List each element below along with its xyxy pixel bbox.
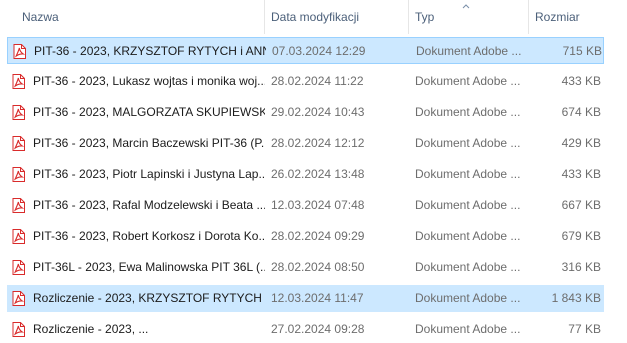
file-name: PIT-36 - 2023, Piotr Lapinski i Justyna … — [33, 167, 265, 181]
file-date: 12.03.2024 11:47 — [271, 291, 364, 305]
pdf-icon — [12, 260, 25, 275]
file-name: PIT-36 - 2023, Marcin Baczewski PIT-36 (… — [33, 136, 265, 150]
file-row[interactable]: PIT-36 - 2023, Marcin Baczewski PIT-36 (… — [7, 130, 604, 157]
file-name: PIT-36 - 2023, Robert Korkosz i Dorota K… — [33, 229, 265, 243]
file-type: Dokument Adobe ... — [415, 74, 521, 88]
file-size: 433 KB — [561, 74, 601, 88]
file-date: 28.02.2024 11:22 — [271, 74, 364, 88]
file-date: 28.02.2024 08:50 — [271, 260, 365, 274]
file-size: 429 KB — [561, 136, 601, 150]
file-date: 28.02.2024 12:12 — [271, 136, 365, 150]
file-date: 27.02.2024 09:28 — [271, 322, 365, 336]
column-header-bar: Nazwa Data modyfikacji Typ Rozmiar — [0, 0, 627, 34]
file-type: Dokument Adobe ... — [415, 167, 521, 181]
file-size: 715 KB — [562, 44, 602, 58]
file-name: PIT-36L - 2023, Ewa Malinowska PIT 36L (… — [33, 260, 265, 274]
pdf-icon — [12, 136, 25, 151]
file-size: 679 KB — [561, 229, 601, 243]
pdf-icon — [12, 74, 25, 89]
file-size: 667 KB — [561, 198, 601, 212]
file-row[interactable]: PIT-36L - 2023, Ewa Malinowska PIT 36L (… — [7, 254, 604, 281]
column-divider[interactable] — [528, 0, 529, 34]
file-type: Dokument Adobe ... — [415, 136, 521, 150]
file-row[interactable]: PIT-36 - 2023, MALGORZATA SKUPIEWSK... 29… — [7, 99, 604, 126]
file-size: 674 KB — [561, 105, 601, 119]
file-type: Dokument Adobe ... — [415, 229, 521, 243]
file-size: 316 KB — [561, 260, 601, 274]
file-type: Dokument Adobe ... — [415, 260, 521, 274]
file-row[interactable]: PIT-36 - 2023, Robert Korkosz i Dorota K… — [7, 223, 604, 250]
file-type: Dokument Adobe ... — [415, 291, 521, 305]
pdf-icon — [12, 198, 25, 213]
file-type: Dokument Adobe ... — [416, 44, 522, 58]
pdf-icon — [12, 105, 25, 120]
chevron-up-icon — [462, 4, 470, 9]
file-name: PIT-36 - 2023, Rafal Modzelewski i Beata… — [33, 198, 265, 212]
column-header-size[interactable]: Rozmiar — [535, 0, 580, 34]
column-header-date[interactable]: Data modyfikacji — [271, 0, 359, 34]
file-type: Dokument Adobe ... — [415, 322, 521, 336]
file-size: 433 KB — [561, 167, 601, 181]
file-row[interactable]: PIT-36 - 2023, KRZYSZTOF RYTYCH i ANN...… — [7, 37, 604, 64]
pdf-icon — [12, 291, 25, 306]
file-name: PIT-36 - 2023, Lukasz wojtas i monika wo… — [33, 74, 265, 88]
file-date: 28.02.2024 09:29 — [271, 229, 365, 243]
file-name: PIT-36 - 2023, KRZYSZTOF RYTYCH i ANN... — [34, 44, 266, 58]
column-divider[interactable] — [408, 0, 409, 34]
file-name: Rozliczenie - 2023, ... — [33, 322, 149, 336]
file-date: 07.03.2024 12:29 — [272, 44, 366, 58]
file-row[interactable]: Rozliczenie - 2023, KRZYSZTOF RYTYCH i .… — [7, 285, 604, 312]
file-size: 1 843 KB — [551, 291, 601, 305]
pdf-icon — [12, 322, 25, 337]
file-type: Dokument Adobe ... — [415, 198, 521, 212]
file-name: Rozliczenie - 2023, KRZYSZTOF RYTYCH i .… — [33, 291, 265, 305]
file-name: PIT-36 - 2023, MALGORZATA SKUPIEWSK... — [33, 105, 265, 119]
file-row[interactable]: Rozliczenie - 2023, ... 27.02.2024 09:28 D… — [7, 316, 604, 343]
column-header-name[interactable]: Nazwa — [22, 0, 59, 34]
file-date: 26.02.2024 13:48 — [271, 167, 365, 181]
file-size: 77 KB — [568, 322, 601, 336]
file-row[interactable]: PIT-36 - 2023, Piotr Lapinski i Justyna … — [7, 161, 604, 188]
pdf-icon — [13, 44, 26, 59]
column-divider[interactable] — [264, 0, 265, 34]
column-header-type[interactable]: Typ — [415, 0, 434, 34]
file-type: Dokument Adobe ... — [415, 105, 521, 119]
file-date: 29.02.2024 10:43 — [271, 105, 365, 119]
file-date: 12.03.2024 07:48 — [271, 198, 365, 212]
pdf-icon — [12, 167, 25, 182]
file-row[interactable]: PIT-36 - 2023, Lukasz wojtas i monika wo… — [7, 68, 604, 95]
pdf-icon — [12, 229, 25, 244]
file-row[interactable]: PIT-36 - 2023, Rafal Modzelewski i Beata… — [7, 192, 604, 219]
